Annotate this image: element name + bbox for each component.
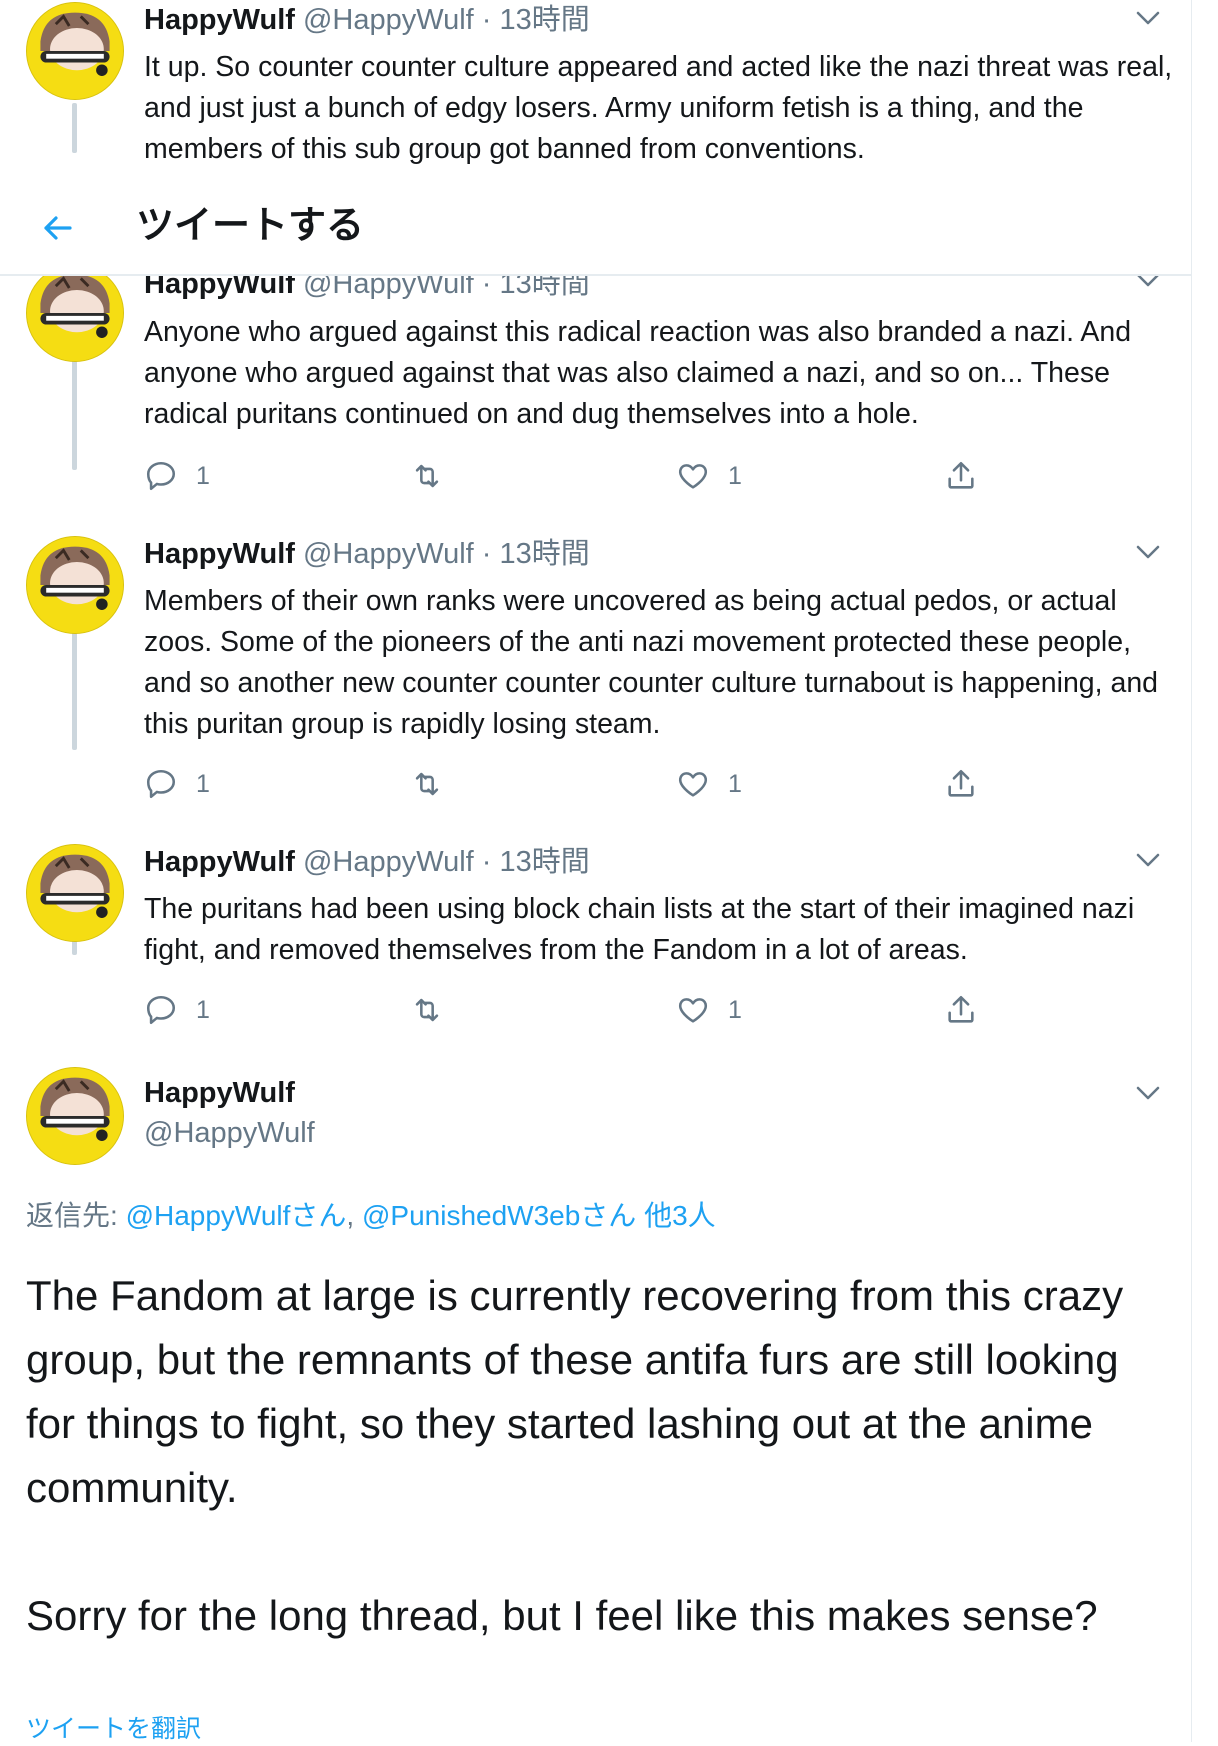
separator-dot: · [481,538,492,570]
user-handle[interactable]: @HappyWulf [303,4,474,36]
chevron-down-icon[interactable] [1130,534,1166,570]
separator-dot: · [481,4,492,36]
retweet-icon [415,772,439,796]
tweet-header: HappyWulf @HappyWulf · 13時間 [144,2,590,38]
tweet[interactable]: HappyWulf @HappyWulf · 13時間 It up. So co… [0,0,1191,170]
avatar-icon [27,1068,123,1164]
reply-icon [146,995,176,1025]
user-handle[interactable]: @HappyWulf [303,538,474,570]
reply-count: 1 [196,769,210,798]
user-handle[interactable]: @HappyWulf [303,846,474,878]
like-count: 1 [728,461,742,490]
avatar-icon [27,845,123,941]
tweet-header: HappyWulf @HappyWulf · 13時間 [144,536,590,572]
share-button[interactable] [944,988,978,1032]
retweet-button[interactable] [410,988,444,1032]
like-icon [678,998,708,1023]
others-link[interactable]: 他3人 [636,1200,716,1231]
tweet-text: The puritans had been using block chain … [144,893,1135,966]
page-title: ツイートする [136,205,365,247]
display-name[interactable]: HappyWulf [144,538,295,570]
mention-link[interactable]: @PunishedW3ebさん [362,1200,636,1231]
tweet[interactable]: HappyWulf @HappyWulf · 13時間 Members of t… [0,534,1191,824]
chevron-down-icon[interactable] [1130,842,1166,878]
mention-link[interactable]: @HappyWulfさん [126,1200,347,1231]
column-border [1191,0,1192,1742]
reply-count: 1 [196,995,210,1024]
chevron-down-icon[interactable] [1130,1075,1166,1111]
reply-to-line: 返信先: @HappyWulfさん, @PunishedW3ebさん 他3人 [26,1196,716,1236]
reply-icon [146,769,176,799]
main-tweet-text: The Fandom at large is currently recover… [26,1272,1124,1639]
like-icon [678,772,708,797]
like-count: 1 [728,995,742,1024]
reply-button[interactable]: 1 [144,988,210,1032]
share-button[interactable] [944,454,978,498]
tweet-text: Members of their own ranks were uncovere… [144,585,1159,740]
display-name-row: HappyWulf [144,1075,295,1111]
separator-dot: · [481,846,492,878]
tweet-text: Anyone who argued against this radical r… [144,316,1132,430]
reply-to-label: 返信先: [26,1200,126,1231]
avatar[interactable] [26,844,124,942]
share-icon [948,769,974,797]
share-icon [948,995,974,1023]
retweet-icon [415,464,439,488]
tweet-actions: 1 1 [144,988,1044,1032]
back-arrow-icon[interactable] [36,206,80,250]
retweet-icon [415,998,439,1022]
avatar[interactable] [26,264,124,362]
like-icon [678,464,708,489]
display-name[interactable]: HappyWulf [144,846,295,878]
display-name[interactable]: HappyWulf [144,4,295,36]
reply-button[interactable]: 1 [144,454,210,498]
share-icon [948,461,974,489]
reply-count: 1 [196,461,210,490]
tweet-actions: 1 1 [144,762,1044,806]
display-name[interactable]: HappyWulf [144,1077,295,1109]
translate-link[interactable]: ツイートを翻訳 [26,1712,201,1746]
tweet[interactable]: HappyWulf @HappyWulf · 13時間 Anyone who a… [0,262,1191,512]
avatar[interactable] [26,2,124,100]
avatar-icon [27,537,123,633]
tweet-header: HappyWulf @HappyWulf · 13時間 [144,844,590,880]
reply-icon [146,461,176,491]
like-count: 1 [728,769,742,798]
retweet-button[interactable] [410,454,444,498]
reply-button[interactable]: 1 [144,762,210,806]
tweet-text: It up. So counter counter culture appear… [144,51,1173,165]
timestamp[interactable]: 13時間 [500,538,590,570]
like-button[interactable]: 1 [676,454,742,498]
avatar[interactable] [26,536,124,634]
retweet-button[interactable] [410,762,444,806]
timestamp[interactable]: 13時間 [500,846,590,878]
avatar[interactable] [26,1067,124,1165]
avatar-icon [27,265,123,361]
like-button[interactable]: 1 [676,762,742,806]
page-header: ツイートする [0,188,1191,276]
share-button[interactable] [944,762,978,806]
handle-row: @HappyWulf [144,1115,315,1151]
tweet-actions: 1 1 [144,454,1044,498]
like-button[interactable]: 1 [676,988,742,1032]
mention-separator: , [346,1200,362,1231]
chevron-down-icon[interactable] [1130,0,1166,36]
tweet[interactable]: HappyWulf @HappyWulf · 13時間 The puritans… [0,842,1191,1042]
timestamp[interactable]: 13時間 [500,4,590,36]
user-handle[interactable]: @HappyWulf [144,1117,315,1149]
avatar-icon [27,3,123,99]
